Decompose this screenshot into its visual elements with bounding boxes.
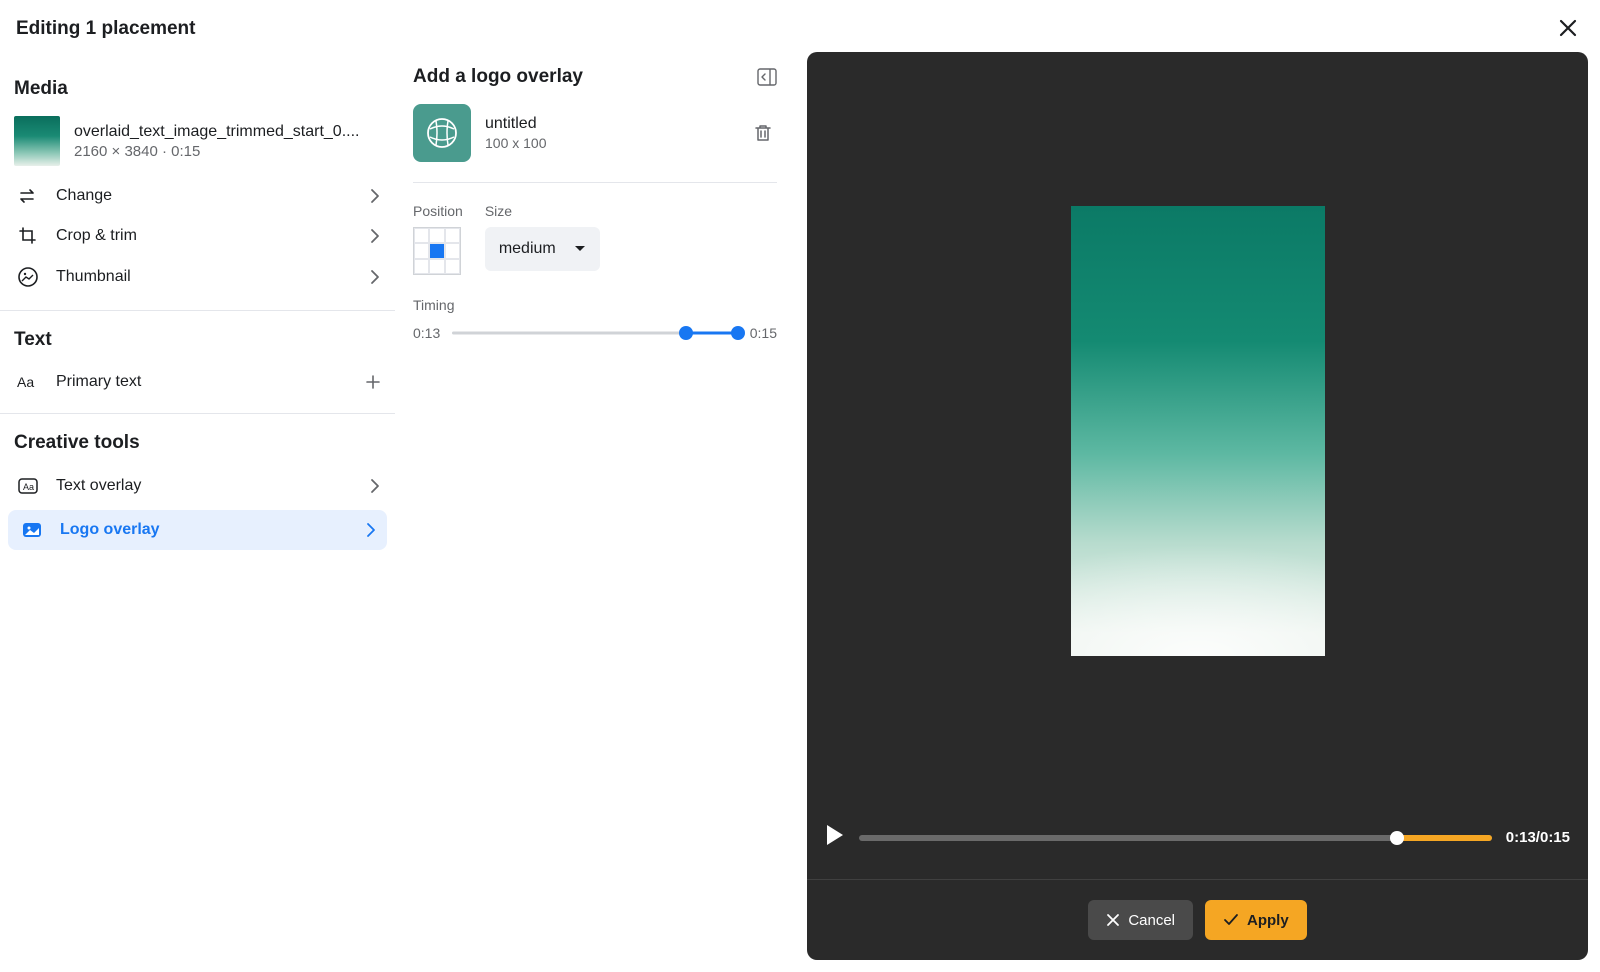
position-grid[interactable] <box>413 227 461 275</box>
play-button[interactable] <box>825 824 845 851</box>
text-box-icon: Aa <box>17 476 39 496</box>
logo-overlay-label: Logo overlay <box>60 521 351 539</box>
panel-collapse-icon[interactable] <box>757 68 777 86</box>
picture-icon <box>21 520 43 540</box>
timing-thumb-end[interactable] <box>731 326 745 340</box>
section-media-title: Media <box>0 60 395 112</box>
logo-thumbnail <box>413 104 471 162</box>
close-button[interactable] <box>1554 14 1582 42</box>
close-icon <box>1558 18 1578 38</box>
media-filename: overlaid_text_image_trimmed_start_0.... <box>74 123 381 141</box>
pos-bot-left[interactable] <box>414 259 429 274</box>
timing-end: 0:15 <box>750 325 777 341</box>
image-icon <box>17 266 39 288</box>
sidebar: Media overlaid_text_image_trimmed_start_… <box>0 52 395 972</box>
size-label: Size <box>485 203 600 219</box>
page-title: Editing 1 placement <box>16 18 195 40</box>
pos-top-right[interactable] <box>445 228 460 243</box>
cancel-button[interactable]: Cancel <box>1088 900 1193 940</box>
preview-image <box>1071 206 1325 656</box>
caret-down-icon <box>574 245 586 253</box>
apply-label: Apply <box>1247 912 1289 929</box>
trash-icon <box>754 123 772 143</box>
timing-thumb-start[interactable] <box>679 326 693 340</box>
player-bar: 0:13/0:15 <box>807 810 1588 879</box>
media-meta: 2160 × 3840 · 0:15 <box>74 143 381 160</box>
pos-top-center[interactable] <box>429 228 444 243</box>
pos-bot-right[interactable] <box>445 259 460 274</box>
section-text-title: Text <box>0 311 395 363</box>
progress-bar[interactable] <box>859 835 1492 841</box>
chevron-right-icon <box>369 478 381 494</box>
check-icon <box>1223 913 1239 927</box>
time-display: 0:13/0:15 <box>1506 829 1570 846</box>
pos-top-left[interactable] <box>414 228 429 243</box>
thumbnail-item[interactable]: Thumbnail <box>0 256 395 298</box>
section-tools-title: Creative tools <box>0 414 395 466</box>
overlay-title: Add a logo overlay <box>413 66 583 88</box>
progress-thumb[interactable] <box>1390 831 1404 845</box>
chevron-right-icon <box>365 522 377 538</box>
media-item[interactable]: overlaid_text_image_trimmed_start_0.... … <box>0 112 395 176</box>
text-aa-icon: Aa <box>17 373 39 391</box>
delete-logo-button[interactable] <box>749 119 777 147</box>
timing-slider[interactable] <box>452 321 738 345</box>
logo-overlay-item[interactable]: Logo overlay <box>8 510 387 550</box>
crop-trim-item[interactable]: Crop & trim <box>0 216 395 256</box>
pos-mid-left[interactable] <box>414 243 429 258</box>
chevron-right-icon <box>369 269 381 285</box>
progress-fill <box>1397 835 1492 841</box>
crop-icon <box>18 226 38 246</box>
timing-label: Timing <box>413 297 777 313</box>
pos-mid-right[interactable] <box>445 243 460 258</box>
play-icon <box>825 824 845 846</box>
timing-start: 0:13 <box>413 325 440 341</box>
logo-name: untitled <box>485 115 735 133</box>
chevron-right-icon <box>369 228 381 244</box>
action-bar: Cancel Apply <box>807 879 1588 960</box>
apply-button[interactable]: Apply <box>1205 900 1307 940</box>
cancel-label: Cancel <box>1128 912 1175 929</box>
logo-dimensions: 100 x 100 <box>485 135 735 151</box>
x-icon <box>1106 913 1120 927</box>
size-dropdown[interactable]: medium <box>485 227 600 271</box>
overlay-settings: Add a logo overlay untitled 100 x 100 Po… <box>395 52 795 972</box>
globe-icon <box>424 115 460 151</box>
position-label: Position <box>413 203 463 219</box>
plus-icon <box>365 374 381 390</box>
change-label: Change <box>56 187 355 205</box>
change-item[interactable]: Change <box>0 176 395 216</box>
size-value: medium <box>499 240 556 258</box>
text-overlay-label: Text overlay <box>56 477 355 495</box>
primary-text-label: Primary text <box>56 373 351 391</box>
svg-text:Aa: Aa <box>23 482 34 492</box>
pos-bot-center[interactable] <box>429 259 444 274</box>
media-thumbnail <box>14 116 60 166</box>
pos-mid-center[interactable] <box>429 243 444 258</box>
chevron-right-icon <box>369 188 381 204</box>
swap-icon <box>18 186 38 206</box>
primary-text-item[interactable]: Aa Primary text <box>0 363 395 401</box>
crop-trim-label: Crop & trim <box>56 227 355 245</box>
preview-panel: 0:13/0:15 Cancel Apply <box>807 52 1588 960</box>
logo-asset-row: untitled 100 x 100 <box>413 104 777 183</box>
text-overlay-item[interactable]: Aa Text overlay <box>0 466 395 506</box>
svg-text:Aa: Aa <box>17 374 34 390</box>
thumbnail-label: Thumbnail <box>56 268 355 286</box>
